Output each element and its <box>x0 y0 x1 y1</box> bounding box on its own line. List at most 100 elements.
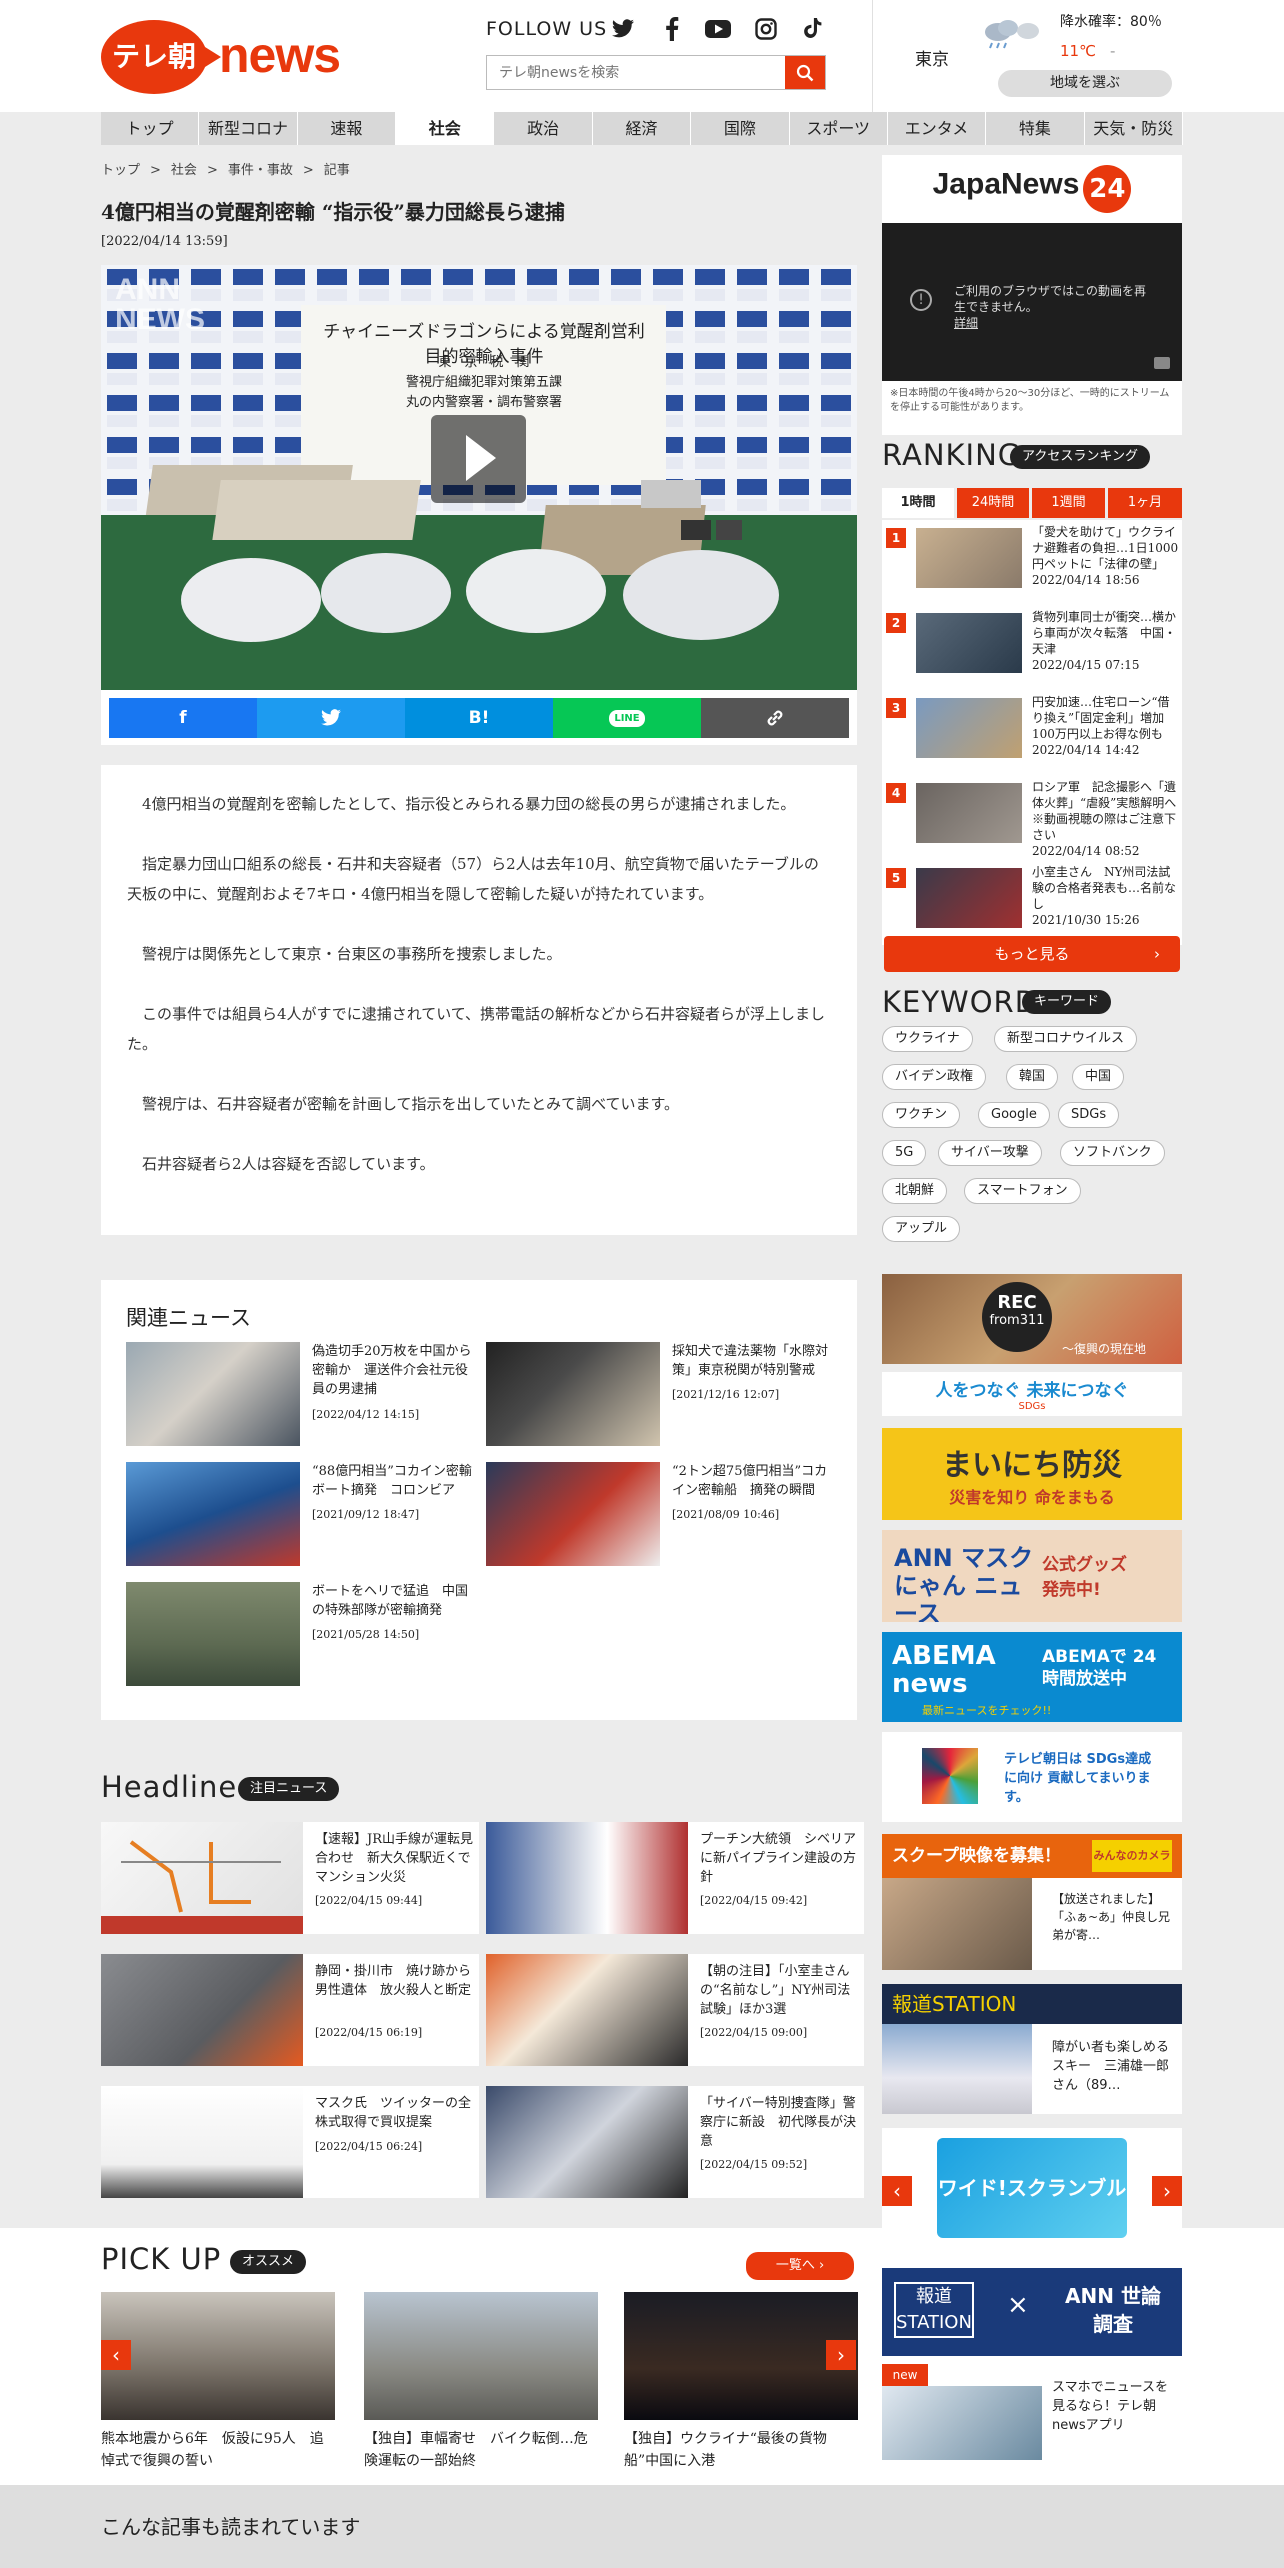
headline-item[interactable]: 【朝の注目】「小室圭さんの“名前なし”」NY州司法試験」ほか3選 [2022/04… <box>486 1954 864 2066</box>
facebook-icon[interactable] <box>659 16 685 42</box>
japanews-video[interactable]: ! ご利用のブラウザではこの動画を再生できません。 詳細 <box>882 223 1182 381</box>
search-button[interactable] <box>785 56 825 89</box>
pickup-title: 【独自】車幅寄せ バイク転倒…危険運転の一部始終 <box>364 2431 588 2469</box>
pickup-prev-button[interactable]: ‹ <box>101 2340 131 2370</box>
pickup-next-button[interactable]: › <box>826 2340 856 2370</box>
youtube-icon[interactable] <box>705 16 731 42</box>
app-text: スマホでニュースを見るなら！テレ朝newsアプリ <box>1052 2380 1168 2433</box>
sdgs2-banner[interactable]: テレビ朝日は SDGs達成に向け 貢献してまいります。 <box>882 1732 1182 1822</box>
pickup-item[interactable]: 【独自】車幅寄せ バイク転倒…危険運転の一部始終 <box>364 2292 598 2472</box>
keyword-tag[interactable]: スマートフォン <box>964 1178 1081 1204</box>
site-logo[interactable]: テレ朝 news <box>101 20 341 94</box>
nav-entertainment[interactable]: エンタメ <box>888 112 987 145</box>
banner-prev-button[interactable]: ‹ <box>882 2176 912 2206</box>
pickup-item[interactable]: 【独自】ウクライナ“最後の貨物船”中国に入港 <box>624 2292 858 2472</box>
related-item[interactable]: 偽造切手20万枚を中国から密輸か 運送件介会社元役員の男逮捕 [2022/04/1… <box>126 1342 472 1450</box>
wide-scramble-banner[interactable]: ワイド!スクランブル <box>882 2128 1182 2248</box>
scoop-banner[interactable]: スクープ映像を募集！ みんなのカメラ 【放送されました】「ふぁ~あ」仲良し兄弟が寄… <box>882 1834 1182 1970</box>
related-date: [2021/09/12 18:47] <box>312 1508 420 1521</box>
headline-item[interactable]: 静岡・掛川市 焼け跡から男性遺体 放火殺人と断定 [2022/04/15 06:1… <box>101 1954 479 2066</box>
region-select-button[interactable]: 地域を選ぶ <box>998 70 1172 97</box>
pickup-thumb <box>624 2292 858 2420</box>
related-thumb <box>126 1462 300 1566</box>
sdgs-banner[interactable]: 人をつなぐ 未来につなぐ SDGs <box>882 1372 1182 1416</box>
article-video[interactable]: チャイニーズドラゴンらによる覚醒剤営利目的密輸入事件 東 京 税 関警視庁組織犯… <box>101 265 857 690</box>
related-item[interactable]: 採知犬で違法薬物「水際対策」東京税関が特別警戒 [2021/12/16 12:07… <box>486 1342 832 1450</box>
nav-top[interactable]: トップ <box>101 112 200 145</box>
headline-item[interactable]: プーチン大統領 シベリアに新パイプライン建設の方針 [2022/04/15 09:… <box>486 1822 864 1934</box>
related-item[interactable]: “88億円相当”コカイン密輸ボート摘発 コロンビア [2021/09/12 18:… <box>126 1462 472 1570</box>
ranking-item[interactable]: 5 小室圭さん NY州司法試験の合格者発表も…名前なし 2021/10/30 15:… <box>882 860 1182 945</box>
search-input[interactable] <box>487 56 777 89</box>
ranking-item[interactable]: 2 貨物列車同士が衝突…横から車両が次々転落 中国・天津 2022/04/15 07… <box>882 605 1182 690</box>
banner-next-button[interactable]: › <box>1152 2176 1182 2206</box>
related-date: [2021/12/16 12:07] <box>672 1388 780 1401</box>
youtube-icon <box>1154 357 1170 369</box>
ranking-tab-1m[interactable]: 1ヶ月 <box>1108 488 1182 518</box>
keyword-tag[interactable]: SDGs <box>1058 1102 1120 1128</box>
nav-sports[interactable]: スポーツ <box>790 112 888 145</box>
ranking-item[interactable]: 1 「愛犬を助けて」ウクライナ避難者の負担…1日1000円ペットに「法律の壁」 20… <box>882 520 1182 605</box>
copy-link-button[interactable] <box>701 698 849 738</box>
hodo-station-banner[interactable]: 報道STATION 障がい者も楽しめるスキー 三浦雄一郎さん（89… <box>882 1984 1182 2114</box>
nav-breaking[interactable]: 速報 <box>298 112 397 145</box>
headline-item[interactable]: 「サイバー特別捜査隊」警察庁に新設 初代隊長が決意 [2022/04/15 09:… <box>486 2086 864 2198</box>
abema-banner[interactable]: ABEMA news ABEMAで 24時間放送中 最新ニュースをチェック!! <box>882 1632 1182 1722</box>
keyword-tag[interactable]: 韓国 <box>1006 1064 1059 1090</box>
crumb-incident[interactable]: 事件・事故 <box>228 163 293 178</box>
nav-politics[interactable]: 政治 <box>494 112 593 145</box>
ranking-item[interactable]: 4 ロシア軍 記念撮影へ「遺体火葬」“虐殺”実態解明へ ※動画視聴の際はご注意下さ… <box>882 775 1188 860</box>
japanews-player[interactable]: JapaNews 24 ! ご利用のブラウザではこの動画を再生できません。 詳細 ※… <box>882 155 1182 435</box>
bousai-banner[interactable]: まいにち防災 災害を知り 命をまもる <box>882 1428 1182 1520</box>
nav-economy[interactable]: 経済 <box>593 112 692 145</box>
line-share-button[interactable]: LINE <box>553 698 701 738</box>
crumb-top[interactable]: トップ <box>101 163 140 178</box>
keyword-tag[interactable]: ソフトバンク <box>1060 1140 1165 1166</box>
keyword-tag[interactable]: アップル <box>882 1216 961 1242</box>
ranking-tab-1w[interactable]: 1週間 <box>1032 488 1105 518</box>
keyword-tag[interactable]: Google <box>978 1102 1050 1128</box>
related-item[interactable]: “2トン超75億円相当”コカイン密輸船 摘発の瞬間 [2021/08/09 10:… <box>486 1462 832 1570</box>
keyword-tag[interactable]: 北朝鮮 <box>882 1178 948 1204</box>
hatena-share-button[interactable]: B! <box>405 698 553 738</box>
pickup-more-button[interactable]: 一覧へ › <box>746 2252 854 2280</box>
keyword-tag[interactable]: サイバー攻撃 <box>938 1140 1042 1166</box>
headline-item[interactable]: 【速報】JR山手線が運転見合わせ 新大久保駅近くでマンション火災 [2022/04… <box>101 1822 479 1934</box>
nav-international[interactable]: 国際 <box>691 112 790 145</box>
nav-society[interactable]: 社会 <box>396 112 495 145</box>
keyword-tag[interactable]: バイデン政権 <box>882 1064 987 1090</box>
chevron-left-icon: ‹ <box>112 2343 120 2367</box>
article-paragraph: 4億円相当の覚醒剤を密輸したとして、指示役とみられる暴力団の総長の男らが逮捕され… <box>142 795 796 813</box>
nav-covid[interactable]: 新型コロナ <box>199 112 298 145</box>
crumb-society[interactable]: 社会 <box>171 163 197 178</box>
keyword-tag[interactable]: 5G <box>882 1140 927 1166</box>
maskunyan-banner[interactable]: ANN マスクにゃん ニュース 公式グッズ発売中! <box>882 1530 1182 1622</box>
nav-weather[interactable]: 天気・防災 <box>1085 112 1183 145</box>
ranking-more-button[interactable]: もっと見る › <box>884 936 1180 972</box>
weather-temp: 11℃ - <box>1060 42 1115 60</box>
keyword-tag[interactable]: ウクライナ <box>882 1026 973 1052</box>
ranking-tab-1h[interactable]: 1時間 <box>882 488 954 518</box>
app-banner[interactable]: new スマホでニュースを見るなら！テレ朝newsアプリ <box>882 2364 1182 2460</box>
facebook-share-button[interactable]: f <box>109 698 257 738</box>
keyword-tag[interactable]: 新型コロナウイルス <box>994 1026 1138 1052</box>
ranking-item[interactable]: 3 円安加速…住宅ローン“借り換え”「固定金利」増加 100万円以上お得な例も 20… <box>882 690 1182 775</box>
headline-item[interactable]: マスク氏 ツイッターの全株式取得で買収提案 [2022/04/15 06:24] <box>101 2086 479 2198</box>
pickup-item[interactable]: 熊本地震から6年 仮設に95人 追悼式で復興の誓い <box>101 2292 335 2472</box>
ranking-tab-24h[interactable]: 24時間 <box>957 488 1029 518</box>
crumb-sep: > <box>206 163 218 178</box>
keyword-tag[interactable]: ワクチン <box>882 1102 961 1128</box>
site-header: テレ朝 news FOLLOW US 東京 降水確率：80％ 11℃- 地域を選… <box>0 0 1284 112</box>
japanews-error-link[interactable]: 詳細 <box>954 316 978 330</box>
tiktok-icon[interactable] <box>800 16 826 42</box>
ranking-more-label: もっと見る <box>994 945 1070 963</box>
instagram-icon[interactable] <box>753 16 779 42</box>
twitter-icon[interactable] <box>610 16 636 42</box>
nav-feature[interactable]: 特集 <box>986 112 1085 145</box>
keyword-tag[interactable]: 中国 <box>1072 1064 1125 1090</box>
related-item[interactable]: ボートをヘリで猛追 中国の特殊部隊が密輸摘発 [2021/05/28 14:50] <box>126 1582 472 1690</box>
survey-banner[interactable]: 報道 STATION × ANN 世論調査 <box>882 2268 1182 2356</box>
rec311-banner[interactable]: REC from311 ～復興の現在地 <box>882 1274 1182 1364</box>
chevron-right-icon: › <box>1154 945 1160 963</box>
twitter-share-button[interactable] <box>257 698 405 738</box>
